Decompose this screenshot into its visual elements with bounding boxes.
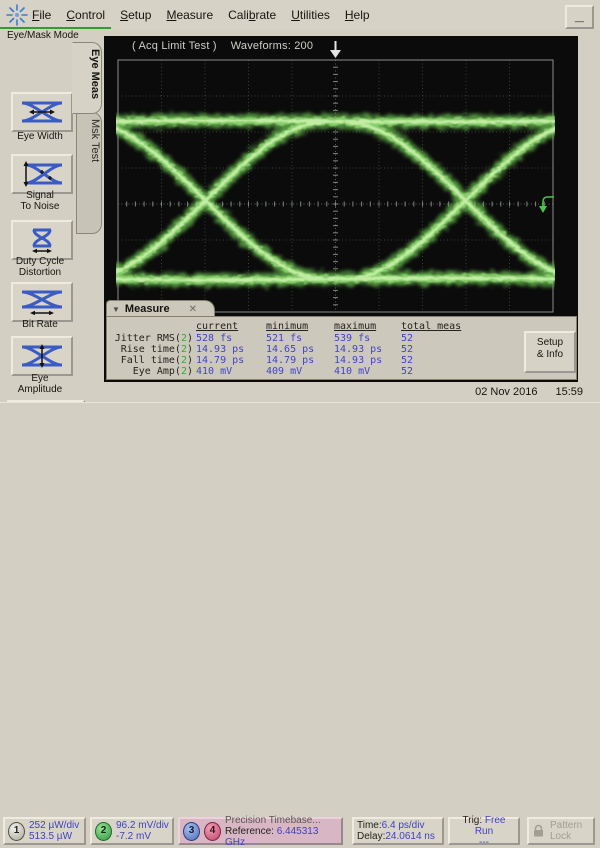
menu-control[interactable]: Control (66, 8, 105, 22)
cell: 539 fs (334, 333, 370, 344)
menu-items: File Control Setup Measure Calibrate Uti… (32, 0, 370, 30)
mode-label: Eye/Mask Mode (0, 27, 111, 42)
measure-panel-tab[interactable]: ▼ Measure ✕ (106, 300, 215, 317)
collapse-icon[interactable]: ▼ (112, 305, 120, 314)
time-text: 15:59 (555, 386, 583, 398)
col-header-minimum: minimum (266, 321, 308, 332)
cell: 14.93 ps (334, 355, 382, 366)
channel4-badge: 4 (204, 822, 221, 841)
signal-to-noise-label: SignalTo Noise (0, 190, 80, 212)
menu-file[interactable]: File (32, 8, 51, 22)
col-header-current: current (196, 321, 238, 332)
eye-waveform (104, 121, 578, 280)
bottom-toolbar: 1 252 µW/div513.5 µW 2 96.2 mV/div-7.2 m… (0, 402, 600, 451)
waveform-count: Waveforms: 200 (231, 40, 313, 52)
channel-reference-marker-icon (539, 197, 554, 213)
date-text: 02 Nov 2016 (475, 386, 537, 398)
channel2-badge: 2 (95, 822, 112, 841)
measure-results-table: current minimum maximum total meas Jitte… (106, 316, 577, 380)
cell: 52 (401, 333, 413, 344)
eye-width-label: Eye Width (0, 131, 80, 142)
lock-icon (532, 824, 545, 838)
cell: 14.79 ps (266, 355, 314, 366)
menu-setup[interactable]: Setup (120, 8, 151, 22)
eye-width-button[interactable] (11, 92, 73, 132)
measure-panel-title: Measure (125, 303, 170, 315)
menu-calibrate[interactable]: Calibrate (228, 8, 276, 22)
minimize-icon: _ (575, 7, 584, 24)
eye-amplitude-label: EyeAmplitude (0, 373, 80, 395)
datetime: 02 Nov 2016 15:59 (400, 386, 583, 398)
precision-timebase-button[interactable]: 3 4 Precision Timebase... Reference: 6.4… (178, 817, 343, 845)
setup-info-button[interactable]: Setup & Info (524, 331, 576, 373)
row-label: Jitter RMS(2) (107, 333, 193, 344)
eye-amplitude-icon (20, 343, 64, 369)
trigger-marker-icon (330, 41, 341, 58)
col-header-maximum: maximum (334, 321, 376, 332)
bit-rate-label: Bit Rate (0, 319, 80, 330)
row-label: Eye Amp(2) (107, 366, 193, 377)
row-label: Rise time(2) (107, 344, 193, 355)
cell: 410 mV (196, 366, 232, 377)
acquisition-status: ( Acq Limit Test ) Waveforms: 200 (132, 40, 327, 52)
cell: 521 fs (266, 333, 302, 344)
signal-to-noise-button[interactable] (11, 154, 73, 194)
bit-rate-button[interactable] (11, 282, 73, 322)
menu-help[interactable]: Help (345, 8, 370, 22)
signal-to-noise-icon (20, 161, 64, 187)
bit-rate-icon (20, 289, 64, 315)
agilent-logo-icon (5, 3, 29, 27)
cell: 14.93 ps (334, 344, 382, 355)
scope-display: ( Acq Limit Test ) Waveforms: 200 ▼ Measu… (104, 36, 578, 382)
cell: 14.65 ps (266, 344, 314, 355)
menu-bar: File Control Setup Measure Calibrate Uti… (0, 0, 600, 30)
pattern-lock-button[interactable]: PatternLock (527, 817, 595, 845)
cell: 52 (401, 366, 413, 377)
tab-msk-test[interactable]: Msk Test (76, 112, 102, 234)
eye-amplitude-button[interactable] (11, 336, 73, 376)
channel1-button[interactable]: 1 252 µW/div513.5 µW (3, 817, 86, 845)
cell: 14.93 ps (196, 344, 244, 355)
trigger-button[interactable]: Trig: Free Run --- (448, 817, 520, 845)
tab-eye-meas[interactable]: Eye Meas (72, 42, 102, 114)
menu-utilities[interactable]: Utilities (291, 8, 330, 22)
duty-cycle-distortion-button[interactable] (11, 220, 73, 260)
cell: 52 (401, 344, 413, 355)
cell: 14.79 ps (196, 355, 244, 366)
close-icon[interactable]: ✕ (189, 304, 197, 315)
col-header-total: total meas (401, 321, 461, 332)
cell: 52 (401, 355, 413, 366)
channel1-badge: 1 (8, 822, 25, 841)
channel2-button[interactable]: 2 96.2 mV/div-7.2 mV (90, 817, 174, 845)
eye-width-icon (20, 99, 64, 125)
acq-limit-text: ( Acq Limit Test ) (132, 40, 217, 52)
cell: 410 mV (334, 366, 370, 377)
menu-measure[interactable]: Measure (166, 8, 213, 22)
duty-cycle-distortion-label: Duty CycleDistortion (0, 256, 80, 278)
duty-cycle-distortion-icon (20, 227, 64, 253)
timebase-scale-button[interactable]: Time:6.4 ps/div Delay:24.0614 ns (352, 817, 444, 845)
cell: 409 mV (266, 366, 302, 377)
cell: 528 fs (196, 333, 232, 344)
row-label: Fall time(2) (107, 355, 193, 366)
minimize-button[interactable]: _ (565, 5, 594, 29)
channel3-badge: 3 (183, 822, 200, 841)
